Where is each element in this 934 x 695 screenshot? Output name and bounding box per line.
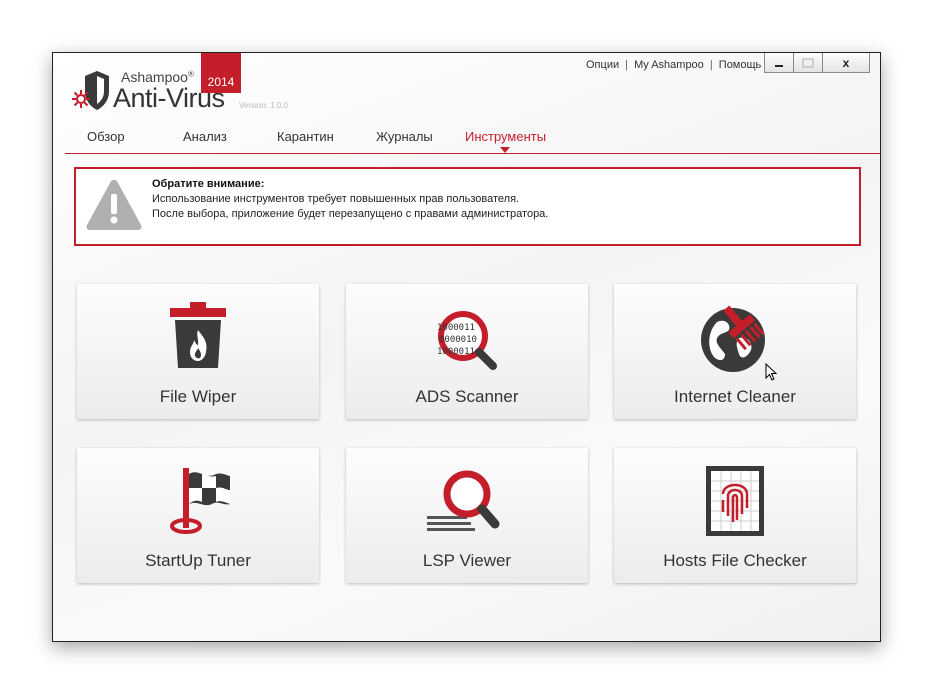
mouse-cursor-icon	[765, 363, 778, 381]
options-link[interactable]: Опции	[586, 59, 619, 71]
warning-icon	[86, 180, 142, 230]
tab-overview[interactable]: Обзор	[87, 129, 125, 144]
tab-tools[interactable]: Инструменты	[465, 129, 546, 144]
trash-flame-icon	[170, 302, 226, 368]
tool-lsp-viewer[interactable]: LSP Viewer	[346, 448, 588, 583]
binary-magnifier-icon: 1000011 0000010 1000011	[437, 311, 497, 370]
tab-quarantine[interactable]: Карантин	[277, 129, 334, 144]
year-badge: 2014	[201, 53, 241, 93]
fingerprint-icon	[706, 466, 764, 536]
tile-label: LSP Viewer	[422, 551, 512, 570]
maximize-button[interactable]	[794, 53, 823, 73]
warning-text: После выбора, приложение будет перезапущ…	[152, 208, 549, 220]
minimize-icon	[775, 64, 783, 67]
separator: |	[709, 59, 713, 71]
tab-logs[interactable]: Журналы	[376, 129, 433, 144]
active-tab-indicator	[500, 147, 510, 153]
tile-label: File Wiper	[159, 387, 237, 406]
separator: |	[625, 59, 629, 71]
magnifier-icon	[427, 470, 500, 531]
minimize-button[interactable]	[764, 53, 794, 73]
app-logo: Ashampoo® Anti-Virus 2014 Version: 1.0.0	[63, 53, 303, 118]
tool-internet-cleaner[interactable]: Internet Cleaner	[614, 284, 856, 419]
main-nav: Обзор Анализ Карантин Журналы Инструмент…	[65, 129, 880, 154]
window-controls: x	[764, 53, 870, 73]
tool-ads-scanner[interactable]: 1000011 0000010 1000011 ADS Scanner	[346, 284, 588, 419]
admin-warning-box: Обратите внимание: Использование инструм…	[74, 167, 861, 246]
svg-text:1000011: 1000011	[437, 323, 475, 333]
virus-icon	[72, 90, 90, 108]
flag-icon	[170, 468, 230, 534]
tool-hosts-file-checker[interactable]: Hosts File Checker	[614, 448, 856, 583]
tile-label: Internet Cleaner	[674, 387, 796, 406]
close-button[interactable]: x	[823, 53, 870, 73]
svg-text:1000011: 1000011	[437, 347, 475, 357]
tool-file-wiper[interactable]: File Wiper	[77, 284, 319, 419]
app-window: Ashampoo® Anti-Virus 2014 Version: 1.0.0…	[52, 52, 881, 642]
top-links: Опции | My Ashampoo | Помощь	[586, 59, 761, 71]
maximize-icon	[802, 58, 814, 67]
tool-startup-tuner[interactable]: StartUp Tuner	[77, 448, 319, 583]
warning-title: Обратите внимание:	[152, 178, 265, 190]
my-ashampoo-link[interactable]: My Ashampoo	[634, 59, 704, 71]
tile-label: Hosts File Checker	[663, 551, 807, 570]
warning-text: Использование инструментов требует повыш…	[152, 193, 520, 205]
tab-analysis[interactable]: Анализ	[183, 129, 227, 144]
tile-label: ADS Scanner	[415, 387, 519, 406]
tile-label: StartUp Tuner	[145, 551, 251, 570]
help-link[interactable]: Помощь	[719, 59, 762, 71]
version-label: Version: 1.0.0	[239, 101, 288, 110]
close-icon: x	[842, 55, 850, 70]
svg-text:0000010: 0000010	[439, 335, 477, 345]
globe-brush-icon	[701, 305, 765, 372]
